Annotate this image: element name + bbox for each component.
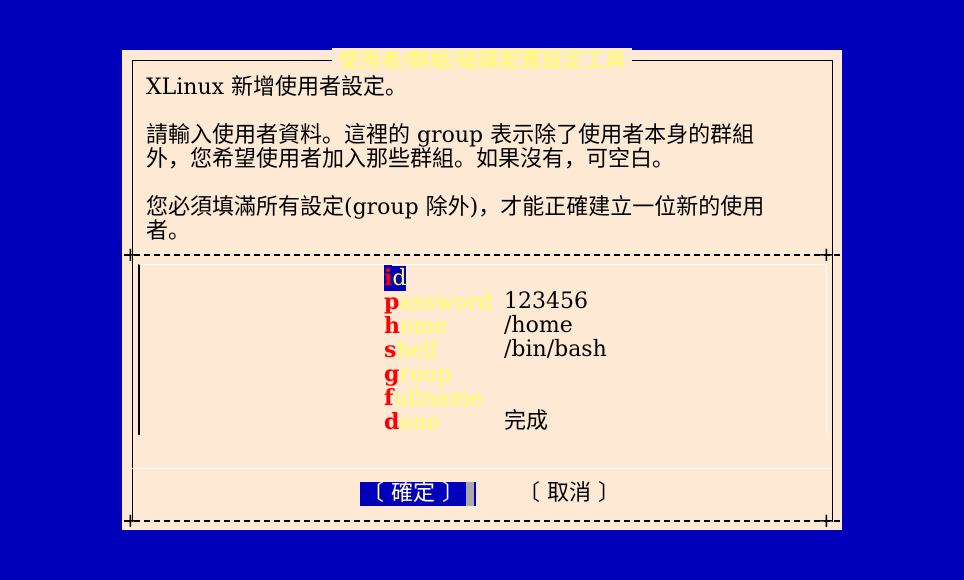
button-area-separator: [132, 468, 832, 469]
intro-line-5: 者。: [146, 219, 191, 244]
intro-line-2: 請輸入使用者資料。這裡的 group 表示除了使用者本身的群組: [146, 123, 755, 148]
dialog-bottom-border: [124, 520, 840, 522]
menu-item-value: /home: [504, 313, 573, 338]
menu-item-label: ome: [400, 313, 448, 339]
menu-item-group[interactable]: group: [384, 360, 607, 387]
bottom-corner-left: +: [122, 508, 139, 532]
intro-line-4: 您必須填滿所有設定(group 除外)，才能正確建立一位新的使用: [146, 195, 765, 220]
menu-item-home[interactable]: home /home: [384, 312, 607, 339]
ok-button-shadow: [466, 482, 474, 506]
menu-item-value: 123456: [504, 289, 588, 314]
menu-item-label: assword: [399, 289, 492, 315]
menu-item-password[interactable]: password 123456: [384, 288, 607, 315]
menu-item-label: d: [392, 265, 407, 291]
menu-item-id[interactable]: id: [384, 264, 607, 291]
ok-button[interactable]: 〔 確定 〕: [360, 482, 476, 506]
menu-item-fullname[interactable]: fullname: [384, 385, 607, 411]
menu-item-hotkey: s: [384, 336, 397, 363]
menu-list: id password 123456 home /home shell /bin…: [384, 264, 607, 435]
cancel-button[interactable]: 〔 取消 〕: [518, 482, 620, 506]
menu-item-hotkey: g: [384, 360, 400, 387]
menu-item-label: roup: [399, 361, 452, 387]
menu-item-shell[interactable]: shell /bin/bash: [384, 336, 607, 363]
menu-item-value: /bin/bash: [504, 337, 607, 362]
ok-button-label: 〔 確定 〕: [362, 481, 464, 506]
menu-item-hotkey: h: [384, 312, 400, 339]
bottom-corner-right: +: [818, 508, 835, 532]
menu-item-hotkey: d: [384, 408, 400, 435]
text-separator: [124, 254, 840, 256]
menu-item-label: hell: [396, 337, 438, 363]
intro-line-3: 外，您希望使用者加入那些群組。如果沒有，可空白。: [146, 147, 675, 172]
user-setup-dialog: 使用者/群組/磁碟配置設定工具 XLinux 新增使用者設定。 請輸入使用者資料…: [122, 47, 842, 532]
intro-line-1: XLinux 新增使用者設定。: [146, 75, 408, 100]
menu-item-label: ullname: [393, 385, 483, 411]
dialog-left-border: [132, 60, 133, 522]
separator-corner-left: +: [122, 242, 139, 266]
menu-item-hotkey: p: [384, 288, 400, 315]
dialog-title: 使用者/群組/磁碟配置設定工具: [122, 47, 842, 73]
menu-item-value: 完成: [504, 409, 549, 434]
menu-item-done[interactable]: done 完成: [384, 408, 607, 435]
menu-item-label: one: [399, 409, 440, 435]
separator-corner-right: +: [818, 242, 835, 266]
